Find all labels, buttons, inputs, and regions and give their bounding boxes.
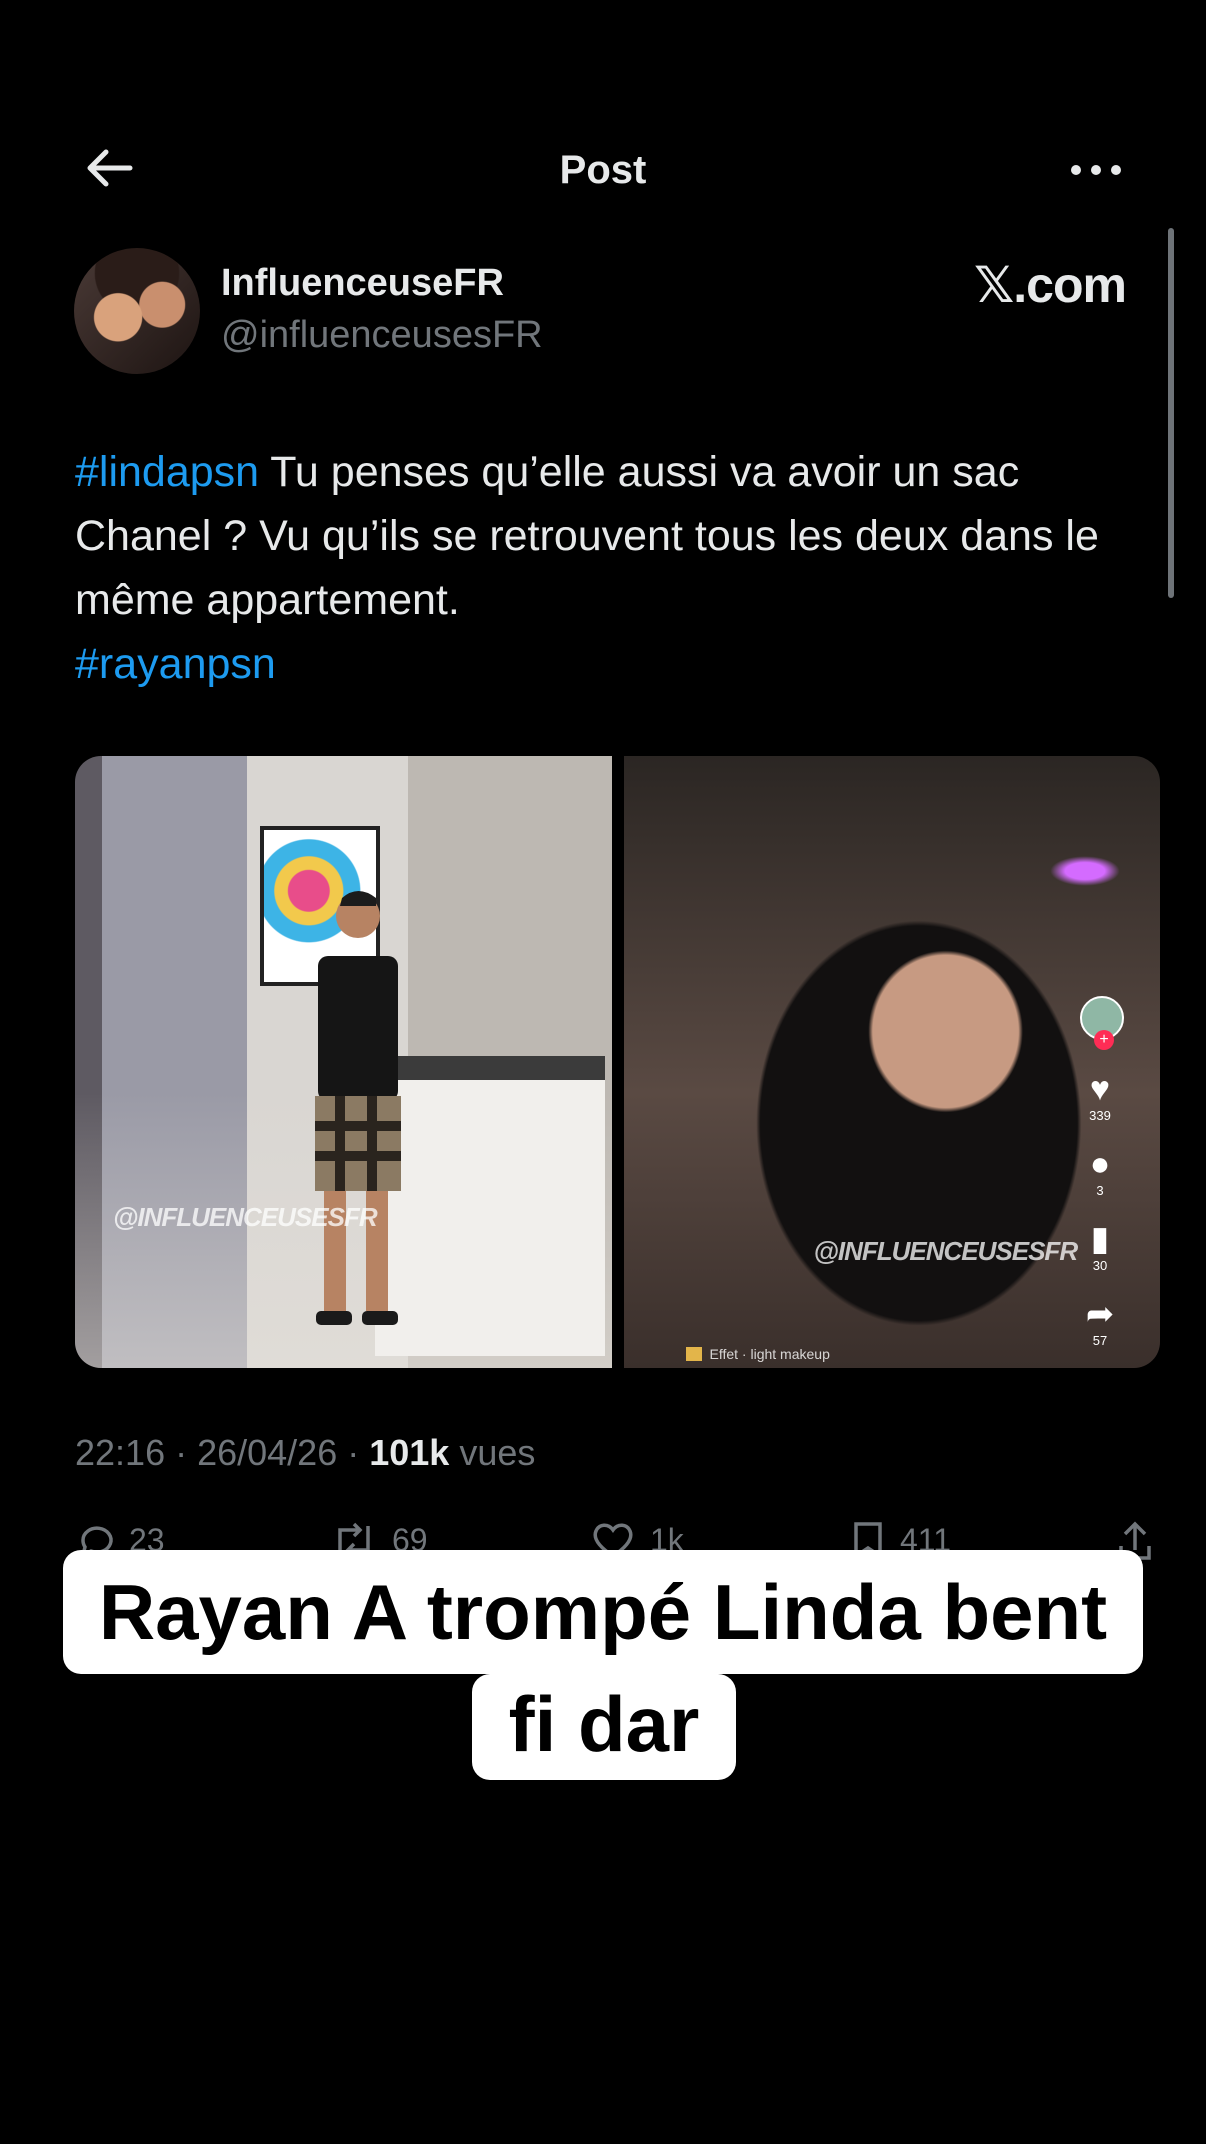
x-brand-logo: 𝕏.com [974, 257, 1127, 313]
hashtag-link[interactable]: #rayanpsn [75, 640, 276, 688]
tiktok-comments-count: 3 [1096, 1183, 1104, 1198]
tiktok-avatar [1080, 996, 1124, 1050]
avatar[interactable] [74, 248, 200, 374]
post-screen: Post InfluenceuseFR @influenceusesFR 𝕏.c… [0, 0, 1206, 2144]
comment-bubble-icon: ● [1089, 1145, 1111, 1183]
tiktok-likes-count: 339 [1089, 1108, 1111, 1123]
tiktok-comments: ● 3 [1080, 1145, 1120, 1198]
city-light [1050, 856, 1120, 886]
heart-icon: ♥ [1089, 1070, 1111, 1108]
share-arrow-icon: ➦ [1085, 1295, 1115, 1333]
page-title: Post [559, 148, 647, 192]
author-display-name[interactable]: InfluenceuseFR [221, 262, 504, 305]
top-bar: Post [0, 130, 1206, 210]
tiktok-saves-count: 30 [1092, 1258, 1108, 1273]
person-figure [315, 891, 401, 1325]
caption-line-2: fi dar [472, 1674, 736, 1780]
tweet-text: #lindapsn Tu penses qu’elle aussi va avo… [75, 440, 1165, 696]
more-horizontal-icon [1071, 165, 1121, 175]
more-button[interactable] [1068, 152, 1132, 192]
watermark: @INFLUENCEUSESFR [813, 1236, 1079, 1266]
views-label: vues [449, 1432, 536, 1473]
caption-line-1: Rayan A trompé Linda bent [63, 1550, 1143, 1674]
tiktok-likes: ♥ 339 [1080, 1070, 1120, 1123]
tiktok-saves: ▮ 30 [1080, 1220, 1120, 1273]
hashtag-link[interactable]: #lindapsn [75, 448, 259, 496]
views-count: 101k [369, 1432, 450, 1473]
tiktok-shares-count: 57 [1092, 1333, 1108, 1348]
media-image-right[interactable]: @INFLUENCEUSESFR ♥ 339 ● 3 ▮ 30 ➦ 57 [623, 756, 1160, 1368]
tiktok-action-rail: ♥ 339 ● 3 ▮ 30 ➦ 57 [1080, 996, 1124, 1368]
author-handle[interactable]: @influenceusesFR [221, 314, 543, 357]
effect-label: Effet · light makeup [686, 1346, 830, 1362]
media-grid: @INFLUENCEUSESFR @INFLUENCEUSESFR ♥ 339 … [75, 756, 1160, 1368]
scrollbar[interactable] [1168, 228, 1174, 598]
watermark: @INFLUENCEUSESFR [113, 1202, 378, 1232]
media-image-left[interactable]: @INFLUENCEUSESFR [75, 756, 612, 1368]
tiktok-shares: ➦ 57 [1080, 1295, 1120, 1348]
post-meta: 22:16 · 26/04/26 · 101k vues [75, 1432, 535, 1474]
bookmark-icon: ▮ [1090, 1220, 1110, 1258]
post-timestamp: 22:16 · 26/04/26 · [75, 1432, 370, 1473]
